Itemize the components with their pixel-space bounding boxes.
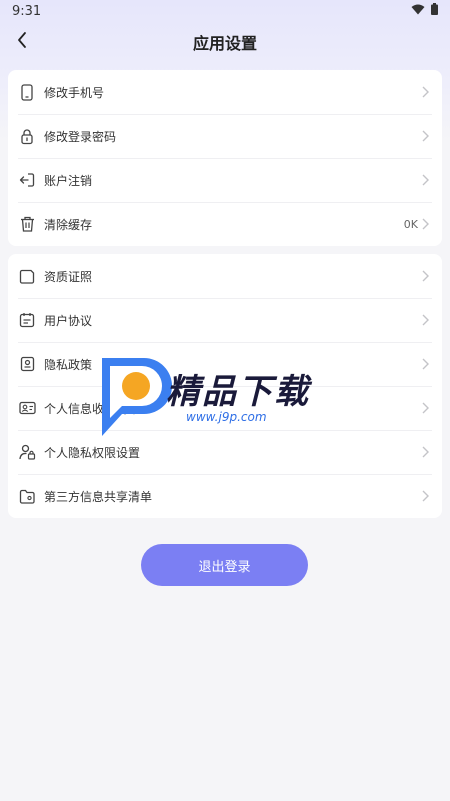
chevron-right-icon bbox=[420, 401, 430, 415]
wifi-icon bbox=[411, 4, 425, 19]
trash-icon bbox=[18, 215, 36, 233]
back-button[interactable] bbox=[6, 26, 38, 58]
status-time: 9:31 bbox=[12, 3, 42, 19]
agreement-icon bbox=[18, 311, 36, 329]
change-phone-item[interactable]: 修改手机号 bbox=[8, 70, 442, 114]
watermark-logo-icon bbox=[102, 358, 172, 436]
change-password-item[interactable]: 修改登录密码 bbox=[8, 114, 442, 158]
cancel-account-item[interactable]: 账户注销 bbox=[8, 158, 442, 202]
qualification-item[interactable]: 资质证照 bbox=[8, 254, 442, 298]
battery-icon bbox=[431, 3, 438, 19]
phone-icon bbox=[18, 83, 36, 101]
chevron-right-icon bbox=[420, 269, 430, 283]
watermark-url: www.j9p.com bbox=[186, 410, 267, 424]
chevron-right-icon bbox=[420, 173, 430, 187]
logout-button[interactable]: 退出登录 bbox=[141, 544, 308, 586]
privacy-permission-label: 个人隐私权限设置 bbox=[44, 445, 141, 460]
account-settings-card: 修改手机号 修改登录密码 账户注销 清除缓存 0K bbox=[8, 70, 442, 246]
privacy-icon bbox=[18, 355, 36, 373]
chevron-right-icon bbox=[420, 217, 430, 231]
logout-icon bbox=[18, 171, 36, 189]
watermark-brand: 精品下载 bbox=[166, 372, 310, 412]
user-agreement-item[interactable]: 用户协议 bbox=[8, 298, 442, 342]
cancel-account-label: 账户注销 bbox=[44, 173, 93, 188]
clear-cache-label: 清除缓存 bbox=[44, 217, 93, 232]
chevron-right-icon bbox=[420, 357, 430, 371]
change-password-label: 修改登录密码 bbox=[44, 129, 117, 144]
cache-size-value: 0K bbox=[403, 217, 418, 231]
third-party-sharing-item[interactable]: 第三方信息共享清单 bbox=[8, 474, 442, 518]
chevron-right-icon bbox=[420, 445, 430, 459]
status-bar: 9:31 bbox=[0, 0, 450, 22]
chevron-right-icon bbox=[420, 85, 430, 99]
folder-icon bbox=[18, 267, 36, 285]
qualification-label: 资质证照 bbox=[44, 269, 93, 284]
chevron-left-icon bbox=[16, 31, 28, 53]
page-title: 应用设置 bbox=[192, 34, 257, 53]
chevron-right-icon bbox=[420, 129, 430, 143]
user-lock-icon bbox=[18, 443, 36, 461]
privacy-permission-item[interactable]: 个人隐私权限设置 bbox=[8, 430, 442, 474]
clear-cache-item[interactable]: 清除缓存 0K bbox=[8, 202, 442, 246]
change-phone-label: 修改手机号 bbox=[44, 85, 105, 100]
lock-icon bbox=[18, 127, 36, 145]
chevron-right-icon bbox=[420, 313, 430, 327]
watermark: 精品下载 www.j9p.com bbox=[100, 356, 360, 436]
status-icons bbox=[411, 3, 438, 19]
id-card-icon bbox=[18, 399, 36, 417]
shared-folder-icon bbox=[18, 487, 36, 505]
chevron-right-icon bbox=[420, 489, 430, 503]
third-party-sharing-label: 第三方信息共享清单 bbox=[44, 489, 153, 504]
user-agreement-label: 用户协议 bbox=[44, 313, 93, 328]
nav-bar: 应用设置 bbox=[0, 22, 450, 62]
